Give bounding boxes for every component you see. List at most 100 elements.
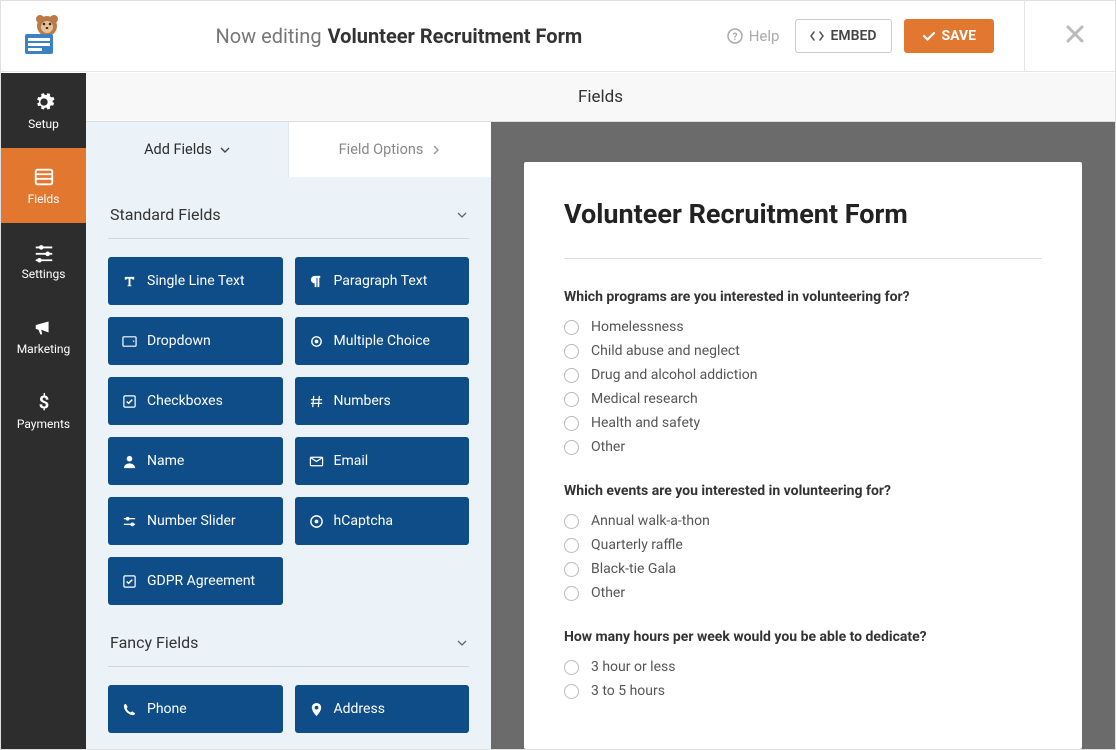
dropdown-icon <box>122 334 137 349</box>
field-label: Phone <box>147 701 187 717</box>
field-label: Multiple Choice <box>334 333 430 349</box>
editing-title: Now editing Volunteer Recruitment Form <box>71 24 727 48</box>
radio-icon <box>564 538 579 553</box>
svg-text:$: $ <box>38 392 49 413</box>
radio-icon <box>564 660 579 675</box>
save-label: SAVE <box>942 28 977 44</box>
help-icon: ? <box>727 28 743 44</box>
nav-settings[interactable]: Settings <box>1 223 86 298</box>
check-icon <box>922 29 936 43</box>
nav-payments[interactable]: $ Payments <box>1 373 86 448</box>
close-icon[interactable] <box>1065 21 1085 51</box>
tab-field-options-label: Field Options <box>339 141 424 158</box>
form-option[interactable]: Child abuse and neglect <box>564 343 1042 359</box>
section-fancy-fields[interactable]: Fancy Fields <box>108 605 469 667</box>
fancy-field-phone[interactable]: Phone <box>108 685 283 733</box>
form-option[interactable]: 3 hour or less <box>564 659 1042 675</box>
standard-field-multiple-choice[interactable]: Multiple Choice <box>295 317 470 365</box>
tab-add-fields[interactable]: Add Fields <box>86 122 288 177</box>
option-label: Medical research <box>591 391 698 407</box>
save-button[interactable]: SAVE <box>904 19 995 53</box>
radio-icon <box>564 416 579 431</box>
form-option[interactable]: Other <box>564 439 1042 455</box>
form-option[interactable]: Drug and alcohol addiction <box>564 367 1042 383</box>
standard-field-hcaptcha[interactable]: hCaptcha <box>295 497 470 545</box>
nav-fields[interactable]: Fields <box>1 148 86 223</box>
fields-tabs: Add Fields Field Options <box>86 122 491 177</box>
bullhorn-icon <box>33 316 55 338</box>
tab-field-options[interactable]: Field Options <box>288 122 491 177</box>
form-title: Volunteer Recruitment Form <box>564 198 1042 230</box>
field-label: Dropdown <box>147 333 211 349</box>
form-option[interactable]: Quarterly raffle <box>564 537 1042 553</box>
chevron-down-icon <box>220 145 230 155</box>
mail-icon <box>309 454 324 469</box>
code-icon <box>810 29 824 43</box>
standard-field-numbers[interactable]: Numbers <box>295 377 470 425</box>
standard-field-checkboxes[interactable]: Checkboxes <box>108 377 283 425</box>
option-label: 3 hour or less <box>591 659 675 675</box>
nav-setup-label: Setup <box>28 117 59 131</box>
standard-field-dropdown[interactable]: Dropdown <box>108 317 283 365</box>
form-option[interactable]: Black-tie Gala <box>564 561 1042 577</box>
pin-icon <box>309 702 324 717</box>
gear-icon <box>33 91 55 113</box>
divider <box>1024 0 1025 72</box>
option-label: Quarterly raffle <box>591 537 683 553</box>
left-nav: Setup Fields Settings Marketing $ Paymen… <box>1 73 86 749</box>
section-fancy-label: Fancy Fields <box>110 633 198 652</box>
option-label: Drug and alcohol addiction <box>591 367 757 383</box>
radio-icon <box>564 514 579 529</box>
nav-marketing-label: Marketing <box>17 342 71 356</box>
fields-body[interactable]: Standard Fields Single Line TextParagrap… <box>86 177 491 749</box>
svg-text:?: ? <box>732 32 737 43</box>
radio-icon <box>564 320 579 335</box>
option-label: 3 to 5 hours <box>591 683 665 699</box>
form-question: How many hours per week would you be abl… <box>564 629 1042 645</box>
option-label: Health and safety <box>591 415 700 431</box>
radio-icon <box>564 440 579 455</box>
standard-field-number-slider[interactable]: Number Slider <box>108 497 283 545</box>
standard-field-name[interactable]: Name <box>108 437 283 485</box>
checkbox-icon <box>122 394 137 409</box>
standard-field-gdpr-agreement[interactable]: GDPR Agreement <box>108 557 283 605</box>
field-label: Checkboxes <box>147 393 223 409</box>
phone-icon <box>122 702 137 717</box>
standard-field-paragraph-text[interactable]: Paragraph Text <box>295 257 470 305</box>
form-option[interactable]: Annual walk-a-thon <box>564 513 1042 529</box>
panel-header-label: Fields <box>578 87 623 107</box>
radio-icon <box>564 392 579 407</box>
hash-icon <box>309 394 324 409</box>
multiple-icon <box>309 334 324 349</box>
form-option[interactable]: Medical research <box>564 391 1042 407</box>
form-option[interactable]: Other <box>564 585 1042 601</box>
captcha-icon <box>309 514 324 529</box>
field-label: Address <box>334 701 385 717</box>
form-option[interactable]: Health and safety <box>564 415 1042 431</box>
nav-payments-label: Payments <box>17 417 70 431</box>
field-label: Numbers <box>334 393 391 409</box>
radio-icon <box>564 586 579 601</box>
field-label: Email <box>334 453 369 469</box>
sliders-icon <box>33 241 55 263</box>
nav-marketing[interactable]: Marketing <box>1 298 86 373</box>
slider-icon <box>122 514 137 529</box>
tab-add-fields-label: Add Fields <box>144 141 212 158</box>
form-option[interactable]: 3 to 5 hours <box>564 683 1042 699</box>
preview-panel[interactable]: Volunteer Recruitment Form Which program… <box>491 122 1115 749</box>
nav-settings-label: Settings <box>22 267 66 281</box>
standard-field-email[interactable]: Email <box>295 437 470 485</box>
field-label: GDPR Agreement <box>147 573 255 589</box>
option-label: Other <box>591 439 625 455</box>
fancy-field-address[interactable]: Address <box>295 685 470 733</box>
standard-field-single-line-text[interactable]: Single Line Text <box>108 257 283 305</box>
checkbox-icon <box>122 574 137 589</box>
text-icon <box>122 274 137 289</box>
section-standard-fields[interactable]: Standard Fields <box>108 177 469 239</box>
embed-button[interactable]: EMBED <box>795 19 891 53</box>
field-label: Number Slider <box>147 513 236 529</box>
nav-setup[interactable]: Setup <box>1 73 86 148</box>
help-link[interactable]: ? Help <box>727 27 780 45</box>
form-question: Which events are you interested in volun… <box>564 483 1042 499</box>
form-option[interactable]: Homelessness <box>564 319 1042 335</box>
